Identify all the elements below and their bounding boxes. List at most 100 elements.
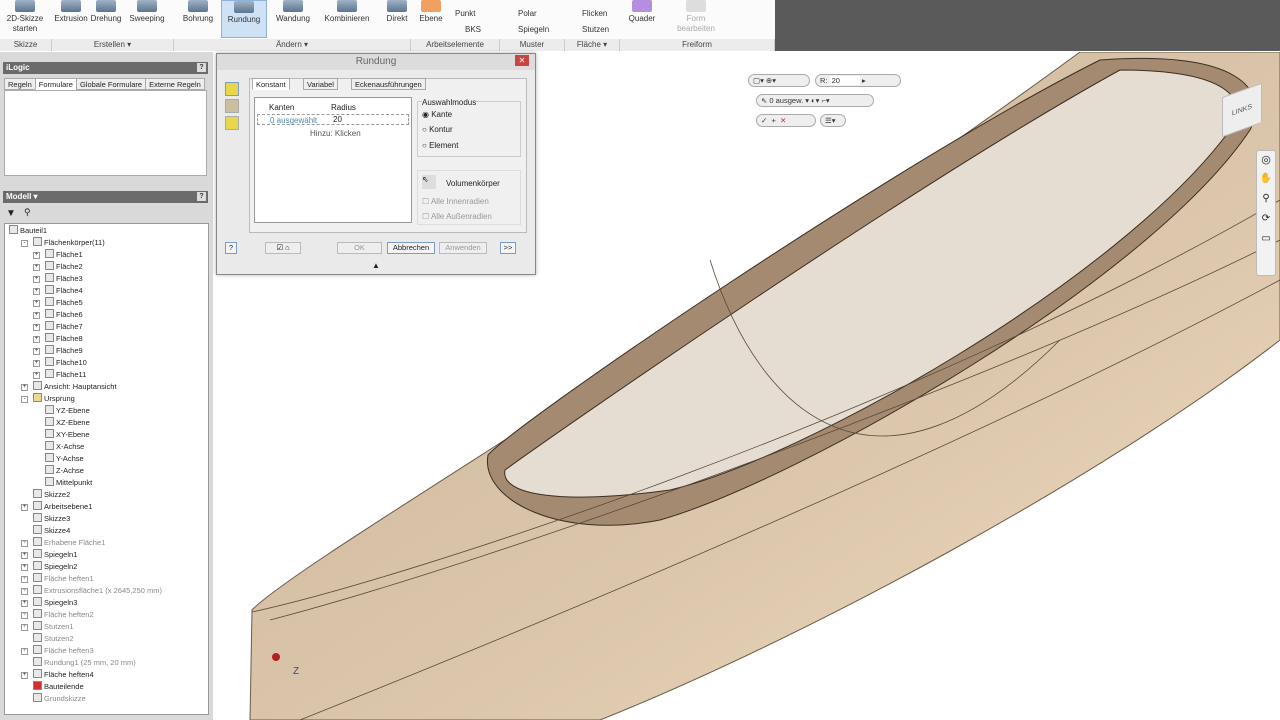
hole-button[interactable]: Bohrung [180, 0, 216, 38]
more-button[interactable]: >> [500, 242, 516, 254]
revolve-button[interactable]: Drehung [89, 0, 123, 38]
radius-input[interactable]: R: 20 ▸ [815, 74, 901, 87]
tree-item[interactable]: Rundung1 (25 mm, 20 mm) [33, 657, 136, 669]
tree-item[interactable]: + Fläche7 [33, 321, 83, 333]
radius-field[interactable]: 20 [333, 115, 393, 124]
radio-kontur[interactable]: ○ Kontur [422, 125, 453, 134]
look-at-icon[interactable]: ▭ [1257, 229, 1275, 249]
ok-check-icon[interactable]: ✓ [761, 116, 767, 125]
radio-kante[interactable]: ◉ Kante [422, 110, 452, 119]
tree-item[interactable]: + Fläche1 [33, 249, 83, 261]
direct-button[interactable]: Direkt [383, 0, 411, 38]
tree-item[interactable]: Stutzen2 [33, 633, 74, 645]
tree-item[interactable]: Bauteil1 [9, 225, 47, 237]
point-button[interactable]: Punkt [455, 9, 475, 18]
tree-item[interactable]: Z-Achse [45, 465, 84, 477]
tree-item[interactable]: Y-Achse [45, 453, 84, 465]
search-binoculars-icon[interactable]: ⚲ [24, 207, 31, 218]
patch-button[interactable]: Flicken [582, 9, 607, 18]
tree-item[interactable]: + Extrusionsfläche1 (x 2645,250 mm) [21, 585, 162, 597]
tree-item[interactable]: + Fläche2 [33, 261, 83, 273]
tree-item[interactable]: XZ-Ebene [45, 417, 90, 429]
tree-item[interactable]: + Fläche11 [33, 369, 86, 381]
tab-externe-regeln[interactable]: Externe Regeln [145, 78, 205, 90]
group-aendern[interactable]: Ändern ▾ [174, 39, 411, 51]
tab-eckenausfuehrungen[interactable]: Eckenausführungen [351, 78, 426, 90]
trim-button[interactable]: Stutzen [582, 25, 609, 34]
help-icon[interactable]: ? [197, 192, 206, 201]
expand-icon[interactable]: + [33, 300, 40, 307]
expand-icon[interactable]: + [21, 384, 28, 391]
filter-icon[interactable]: ▼ [6, 208, 16, 219]
tree-item[interactable]: + Fläche9 [33, 345, 83, 357]
tree-item[interactable]: + Spiegeln3 [21, 597, 77, 609]
tree-item[interactable]: + Fläche heften2 [21, 609, 94, 621]
sketch-button[interactable]: 2D-Skizze starten [6, 0, 44, 38]
sweep-button[interactable]: Sweeping [128, 0, 166, 38]
tree-item[interactable]: Skizze3 [33, 513, 70, 525]
tree-item[interactable]: Skizze4 [33, 525, 70, 537]
tree-item[interactable]: Grundskizze [33, 693, 86, 705]
expand-icon[interactable]: + [21, 564, 28, 571]
expand-icon[interactable]: + [21, 552, 28, 559]
tree-item[interactable]: + Fläche heften3 [21, 645, 94, 657]
tree-item[interactable]: + Fläche3 [33, 273, 83, 285]
checkbox-inner-radii[interactable]: ☐ Alle Innenradien [422, 197, 489, 206]
expand-icon[interactable]: + [33, 372, 40, 379]
apply-button[interactable]: Anwenden [439, 242, 487, 254]
mirror-button[interactable]: Spiegeln [518, 25, 549, 34]
expand-icon[interactable]: + [33, 276, 40, 283]
expand-icon[interactable]: + [33, 336, 40, 343]
help-button[interactable]: ? [225, 242, 237, 254]
tree-item[interactable]: + Fläche5 [33, 297, 83, 309]
help-icon[interactable]: ? [197, 63, 206, 72]
tree-item[interactable]: X-Achse [45, 441, 84, 453]
tree-item[interactable]: + Fläche6 [33, 309, 83, 321]
pan-hand-icon[interactable]: ✋ [1257, 169, 1275, 189]
tree-item[interactable]: + Fläche heften4 [21, 669, 94, 681]
solid-select-button[interactable]: ⇖ [422, 175, 436, 189]
steering-wheel-icon[interactable]: ◎ [1257, 151, 1275, 169]
tree-item[interactable]: + Fläche heften1 [21, 573, 94, 585]
tree-item[interactable]: XY-Ebene [45, 429, 90, 441]
selection-mode-dropdown[interactable]: ▢▾ ⊕▾ [748, 74, 810, 87]
cancel-button[interactable]: Abbrechen [387, 242, 435, 254]
tree-item[interactable]: - Flächenkörper(11) [21, 237, 105, 249]
tree-item[interactable]: Bauteilende [33, 681, 84, 693]
polar-button[interactable]: Polar [518, 9, 537, 18]
combine-button[interactable]: Kombinieren [322, 0, 372, 38]
shell-button[interactable]: Wandung [273, 0, 313, 38]
tab-formulare[interactable]: Formulare [34, 78, 77, 90]
expand-icon[interactable]: + [21, 504, 28, 511]
tree-item[interactable]: YZ-Ebene [45, 405, 90, 417]
tree-item[interactable]: - Ursprung [21, 393, 75, 405]
expand-icon[interactable]: + [21, 672, 28, 679]
expand-icon[interactable]: + [33, 288, 40, 295]
expand-icon[interactable]: + [21, 624, 28, 631]
radio-element[interactable]: ○ Element [422, 141, 458, 150]
expand-icon[interactable]: + [33, 312, 40, 319]
tab-globale-formulare[interactable]: Globale Formulare [75, 78, 147, 90]
tree-item[interactable]: + Erhabene Fläche1 [21, 537, 105, 549]
full-round-fillet-mode-icon[interactable] [225, 116, 239, 130]
collapse-arrow-icon[interactable]: ▲ [217, 261, 535, 273]
group-flaeche[interactable]: Fläche ▾ [565, 39, 620, 51]
expand-icon[interactable]: + [21, 600, 28, 607]
expand-icon[interactable]: + [33, 348, 40, 355]
group-erstellen[interactable]: Erstellen ▾ [52, 39, 174, 51]
collapse-icon[interactable]: - [21, 396, 28, 403]
tab-konstant[interactable]: Konstant [252, 78, 290, 90]
tree-item[interactable]: + Spiegeln1 [21, 549, 77, 561]
expand-icon[interactable]: + [33, 360, 40, 367]
edge-row[interactable]: 0 ausgewählt 20 [257, 114, 409, 125]
tree-item[interactable]: Mittelpunkt [45, 477, 92, 489]
model-header[interactable]: Modell ▾? [3, 191, 208, 203]
fillet-button[interactable]: Rundung [221, 0, 267, 38]
edit-form-button[interactable]: Form bearbeiten [675, 0, 717, 38]
ucs-button[interactable]: BKS [465, 25, 481, 34]
apply-cancel-group[interactable]: ✓ + ✕ [756, 114, 816, 127]
expand-icon[interactable]: + [21, 648, 28, 655]
options-dropdown[interactable]: ☰▾ [820, 114, 846, 127]
preview-checkbox[interactable]: ☑ ⌂ [265, 242, 301, 254]
box-button[interactable]: Quader [622, 0, 662, 38]
